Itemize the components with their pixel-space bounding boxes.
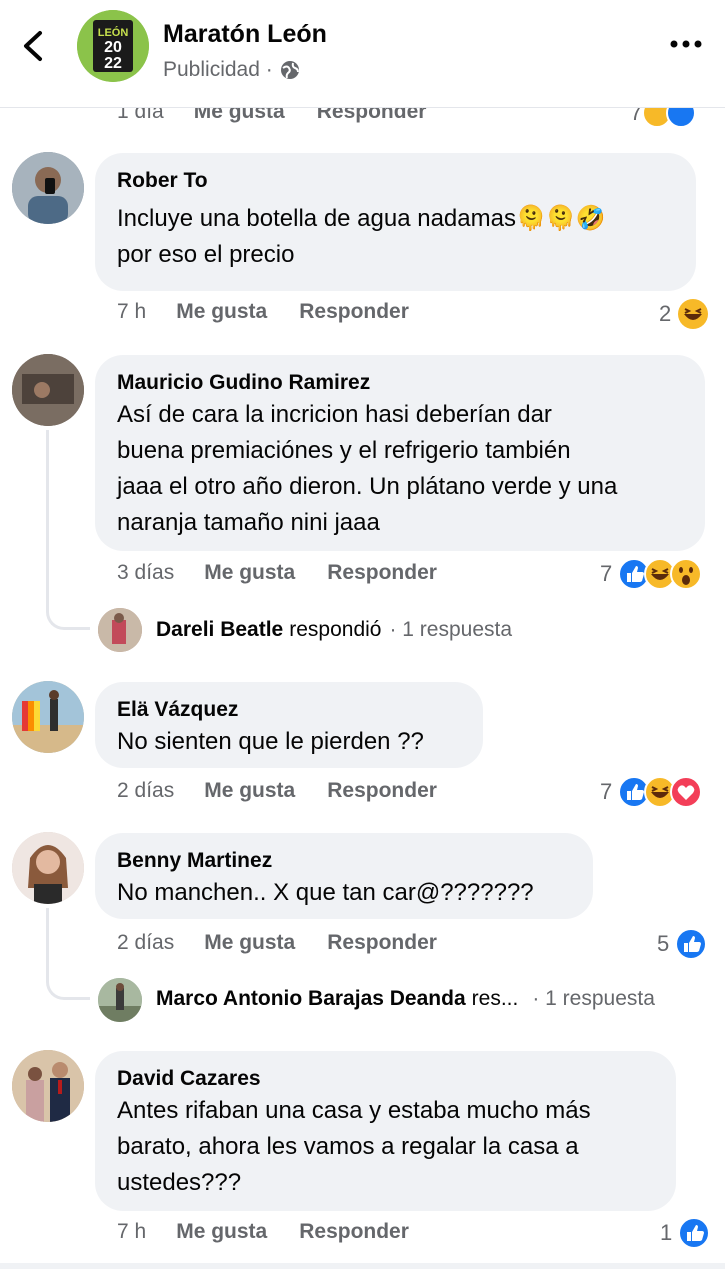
comment-line: ustedes??? — [117, 1169, 242, 1196]
comment-bubble: Rober To Incluye una botella de agua nad… — [95, 153, 696, 291]
comment-line: Incluye una botella de agua nadamas — [117, 205, 516, 232]
comment-time: 2 días — [117, 779, 175, 802]
comment-text: No manchen.. X que tan car@??????? — [117, 879, 534, 906]
reply-author: Dareli Beatle — [156, 618, 284, 641]
reply-verb: res... — [471, 987, 519, 1010]
comment-actions: 7 h Me gusta Responder — [117, 300, 409, 324]
comment-line: por eso el precio — [117, 241, 295, 268]
comment-text: Incluye una botella de agua nadamas🫠🫠🤣 p… — [117, 201, 674, 273]
svg-text:LEÓN: LEÓN — [98, 26, 129, 39]
reply-button[interactable]: Responder — [299, 1220, 409, 1244]
comment-line: jaaa el otro año dieron. Un plátano verd… — [117, 473, 618, 500]
comment-bubble: David Cazares Antes rifaban una casa y e… — [95, 1051, 676, 1211]
reaction-count: 7 — [600, 779, 613, 804]
user-avatar-image — [12, 152, 84, 224]
reply-button[interactable]: Responder — [327, 779, 437, 803]
like-button[interactable]: Me gusta — [204, 779, 295, 803]
reaction-summary[interactable]: 7 — [600, 558, 703, 590]
reaction-count: 1 — [660, 1220, 673, 1245]
reply-verb: respondió — [289, 618, 382, 641]
reply-user-avatar-image — [98, 978, 142, 1022]
avatar[interactable] — [12, 354, 84, 426]
haha-reaction-icon — [678, 299, 709, 329]
comment-author[interactable]: Rober To — [117, 167, 674, 195]
comment-actions: 7 h Me gusta Responder — [117, 1220, 409, 1244]
sponsored-text: Publicidad · — [163, 58, 273, 81]
thread-connector — [46, 908, 90, 1000]
view-replies-link[interactable]: Marco Antonio Barajas Deanda res... · 1 … — [156, 987, 655, 1011]
back-arrow-icon[interactable] — [18, 28, 50, 64]
comment-actions: 2 días Me gusta Responder — [117, 779, 437, 803]
page-logo-avatar[interactable]: LEÓN 20 22 — [77, 10, 149, 82]
reaction-summary[interactable]: 2 — [659, 298, 709, 330]
like-reaction-icon — [675, 928, 708, 960]
reply-button[interactable]: Responder — [299, 300, 409, 324]
page-name[interactable]: Maratón León — [163, 20, 327, 49]
comment-time: 7 h — [117, 300, 147, 323]
reaction-count: 7 — [600, 561, 613, 586]
reaction-summary[interactable]: 1 — [660, 1217, 711, 1249]
comment-bubble: Mauricio Gudino Ramirez Así de cara la i… — [95, 355, 705, 551]
wow-reaction-icon — [670, 558, 703, 590]
avatar[interactable] — [12, 152, 84, 224]
reaction-summary[interactable]: 7 — [600, 776, 703, 808]
reply-count: · 1 respuesta — [389, 618, 513, 641]
svg-text:22: 22 — [104, 55, 122, 72]
globe-icon — [280, 61, 299, 79]
like-button[interactable]: Me gusta — [176, 1220, 267, 1244]
comment-line: Antes rifaban una casa y estaba mucho má… — [117, 1097, 591, 1124]
view-replies-link[interactable]: Dareli Beatle respondió · 1 respuesta — [156, 618, 512, 642]
comment-bubble: Benny Martinez No manchen.. X que tan ca… — [95, 833, 593, 919]
sponsored-label: Publicidad · — [163, 58, 301, 82]
user-avatar-image — [12, 681, 84, 753]
reply-user-avatar-image — [98, 608, 142, 652]
page-header: LEÓN 20 22 Maratón León Publicidad · — [0, 0, 725, 108]
avatar[interactable] — [98, 978, 142, 1022]
comment-time: 7 h — [117, 1220, 147, 1243]
avatar[interactable] — [12, 681, 84, 753]
avatar[interactable] — [12, 1050, 84, 1122]
comment-line: barato, ahora les vamos a regalar la cas… — [117, 1133, 579, 1160]
comment-line: naranja tamaño nini jaaa — [117, 509, 380, 536]
like-button[interactable]: Me gusta — [176, 300, 267, 324]
user-avatar-image — [12, 1050, 84, 1122]
like-button[interactable]: Me gusta — [204, 931, 295, 955]
like-reaction-icon — [678, 1217, 711, 1249]
reaction-summary[interactable]: 5 — [657, 928, 708, 960]
reply-button[interactable]: Responder — [327, 931, 437, 955]
comment-time: 3 días — [117, 561, 175, 584]
reaction-count: 2 — [659, 301, 672, 326]
reply-author: Marco Antonio Barajas Deanda — [156, 987, 466, 1010]
like-button[interactable]: Me gusta — [204, 561, 295, 585]
comment-text: Antes rifaban una casa y estaba mucho má… — [117, 1093, 654, 1201]
svg-text:20: 20 — [104, 39, 122, 56]
bottom-divider — [0, 1263, 725, 1269]
comment-author[interactable]: Elä Vázquez — [117, 696, 461, 724]
comment-line: buena premiaciónes y el refrigerio tambi… — [117, 437, 571, 464]
reply-count: · 1 respuesta — [532, 987, 655, 1010]
melting-face-emoji: 🫠🫠🤣 — [515, 205, 606, 232]
avatar[interactable] — [98, 608, 142, 652]
comment-author[interactable]: Benny Martinez — [117, 847, 571, 875]
love-reaction-icon — [670, 776, 703, 808]
comment-text: Así de cara la incricion hasi deberían d… — [117, 397, 683, 541]
user-avatar-image — [12, 354, 84, 426]
reply-button[interactable]: Responder — [327, 561, 437, 585]
comment-author[interactable]: Mauricio Gudino Ramirez — [117, 369, 683, 397]
reaction-count: 5 — [657, 931, 670, 956]
comment-line: Así de cara la incricion hasi deberían d… — [117, 401, 552, 428]
thread-connector — [46, 430, 90, 630]
avatar[interactable] — [12, 832, 84, 904]
comment-actions: 3 días Me gusta Responder — [117, 561, 437, 585]
comment-time: 2 días — [117, 931, 175, 954]
comment-bubble: Elä Vázquez No sienten que le pierden ?? — [95, 682, 483, 768]
more-options-icon[interactable] — [669, 34, 703, 54]
comment-actions: 2 días Me gusta Responder — [117, 931, 437, 955]
maraton-leon-logo: LEÓN 20 22 — [77, 10, 149, 82]
comment-text: No sienten que le pierden ?? — [117, 728, 424, 755]
user-avatar-image — [12, 832, 84, 904]
comment-author[interactable]: David Cazares — [117, 1065, 654, 1093]
